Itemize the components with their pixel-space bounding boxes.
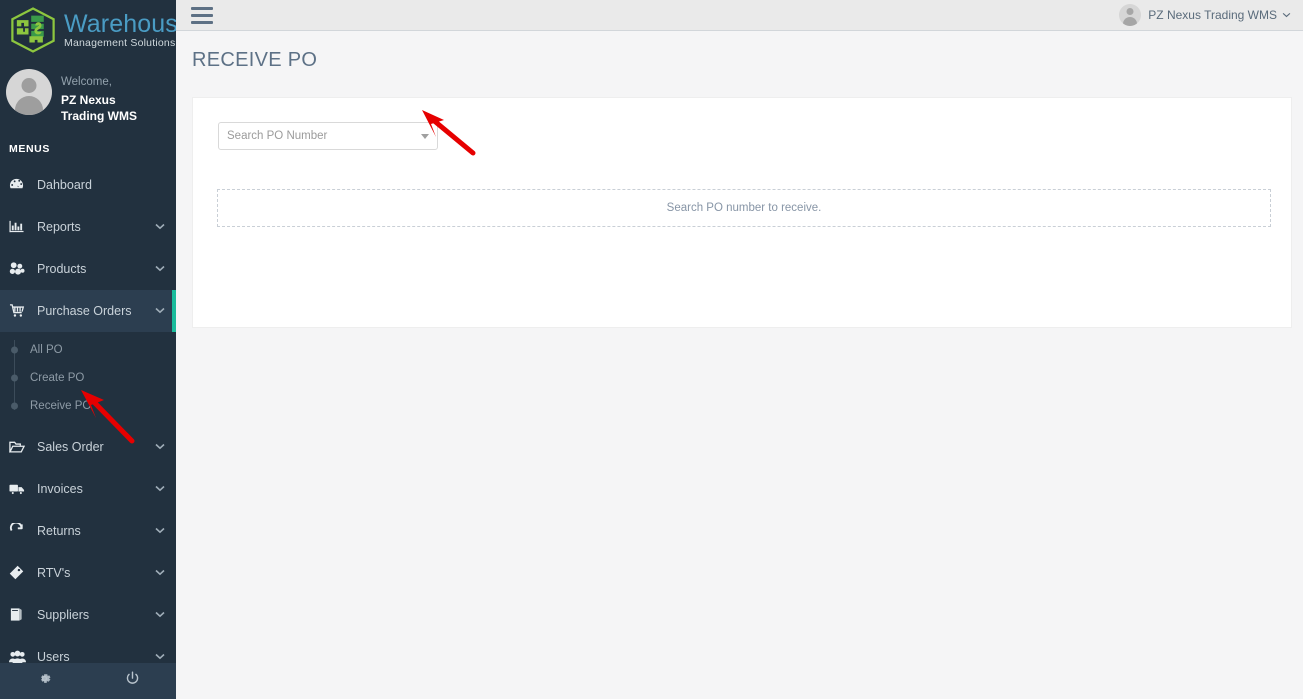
brand-subtitle: Management Solutions: [64, 36, 176, 49]
chevron-down-icon: [154, 653, 166, 660]
main-content: RECEIVE PO Search PO Number Search PO nu…: [176, 31, 1303, 699]
sidebar-user-name: PZ Nexus Trading WMS: [61, 92, 137, 123]
header-user-menu[interactable]: PZ Nexus Trading WMS: [1119, 4, 1291, 26]
search-po-number-placeholder: Search PO Number: [227, 130, 328, 142]
sidebar-item-label: Purchase Orders: [37, 303, 132, 318]
header-user-name: PZ Nexus Trading WMS: [1148, 8, 1277, 22]
sidebar-user-block: Welcome, PZ Nexus Trading WMS: [0, 60, 176, 137]
chevron-down-icon: [154, 223, 166, 230]
gear-icon: [37, 671, 52, 691]
sidebar-item-invoices[interactable]: Invoices: [0, 468, 176, 510]
po-search-wrapper: Search PO Number: [218, 122, 438, 150]
sidebar-item-label: Dahboard: [37, 177, 92, 192]
sidebar-item-returns[interactable]: Returns: [0, 510, 176, 552]
avatar: [1119, 4, 1142, 26]
hamburger-bar: [191, 13, 213, 17]
menus-section-label: MENUS: [9, 142, 50, 155]
sidebar: Warehouse Management Solutions Welcome, …: [0, 0, 176, 699]
sidebar-item-rtvs[interactable]: RTV's: [0, 552, 176, 594]
sidebar-item-label: Returns: [37, 523, 81, 538]
sidebar-item-label: RTV's: [37, 565, 71, 580]
app-root: Warehouse Management Solutions Welcome, …: [0, 0, 1303, 699]
chevron-down-icon: [154, 611, 166, 618]
bullet-icon: [11, 374, 18, 382]
tag-icon: [9, 565, 31, 580]
sidebar-item-suppliers[interactable]: Suppliers: [0, 594, 176, 636]
refresh-arrow-icon: [9, 523, 31, 538]
submenu-purchase-orders: All PO Create PO Receive PO: [0, 331, 176, 426]
truck-icon: [9, 482, 31, 496]
search-po-number-select[interactable]: Search PO Number: [218, 122, 438, 150]
brand-header[interactable]: Warehouse Management Solutions: [0, 0, 176, 60]
power-icon: [125, 671, 140, 691]
sidebar-item-label: Invoices: [37, 481, 83, 496]
top-header: PZ Nexus Trading WMS: [176, 0, 1303, 31]
sidebar-item-sales-order[interactable]: Sales Order: [0, 426, 176, 468]
dropdown-caret-icon[interactable]: [421, 133, 429, 139]
submenu-item-create-po[interactable]: Create PO: [0, 364, 176, 392]
sidebar-item-label: Reports: [37, 219, 81, 234]
chevron-down-icon: [154, 485, 166, 492]
book-icon: [9, 607, 31, 622]
dashboard-gauge-icon: [9, 177, 31, 192]
submenu-item-all-po[interactable]: All PO: [0, 336, 176, 364]
avatar: [6, 69, 52, 115]
sidebar-item-label: Suppliers: [37, 607, 90, 622]
shopping-cart-icon: [9, 303, 31, 318]
chevron-down-icon: [154, 443, 166, 450]
welcome-label: Welcome,: [61, 76, 112, 88]
boxes-icon: [9, 261, 31, 276]
submenu-item-label: All PO: [30, 343, 63, 356]
chevron-down-icon: [154, 569, 166, 576]
bullet-icon: [11, 402, 18, 410]
sidebar-item-label: Users: [37, 649, 70, 664]
chevron-down-icon: [1282, 10, 1291, 21]
hamburger-bar: [191, 20, 213, 24]
receive-po-card: Search PO Number Search PO number to rec…: [192, 97, 1292, 328]
chevron-down-icon: [154, 307, 166, 314]
sidebar-item-label: Sales Order: [37, 439, 104, 454]
users-group-icon: [9, 650, 31, 664]
sidebar-item-products[interactable]: Products: [0, 248, 176, 290]
settings-button[interactable]: [0, 671, 88, 691]
sidebar-item-reports[interactable]: Reports: [0, 206, 176, 248]
wms-cube-logo-icon: [10, 6, 56, 54]
sidebar-item-label: Products: [37, 261, 87, 276]
empty-state-box: Search PO number to receive.: [217, 189, 1271, 227]
bar-chart-icon: [9, 219, 31, 234]
hamburger-icon[interactable]: [191, 6, 213, 24]
sidebar-item-purchase-orders[interactable]: Purchase Orders: [0, 289, 176, 332]
submenu-item-label: Receive PO: [30, 399, 92, 412]
hamburger-bar: [191, 6, 213, 10]
sidebar-item-dashboard[interactable]: Dahboard: [0, 164, 176, 206]
empty-state-text: Search PO number to receive.: [666, 202, 822, 214]
submenu-item-label: Create PO: [30, 371, 85, 384]
logout-button[interactable]: [88, 671, 176, 691]
chevron-down-icon: [154, 265, 166, 272]
page-title: RECEIVE PO: [192, 49, 318, 71]
open-folder-icon: [9, 440, 31, 454]
chevron-down-icon: [154, 527, 166, 534]
submenu-item-receive-po[interactable]: Receive PO: [0, 392, 176, 420]
bullet-icon: [11, 346, 18, 354]
sidebar-footer: [0, 663, 176, 699]
brand-title: Warehouse: [64, 9, 176, 38]
